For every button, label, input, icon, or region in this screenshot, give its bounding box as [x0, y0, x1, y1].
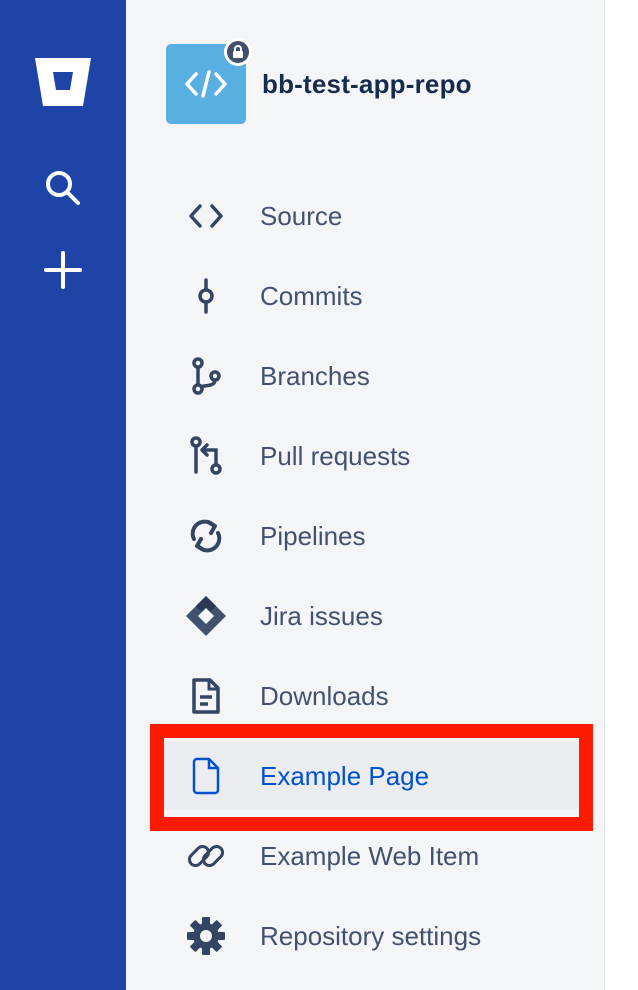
nav-label-source: Source — [260, 200, 343, 231]
link-icon — [176, 826, 236, 886]
nav-item-repository-settings[interactable]: Repository settings — [164, 902, 578, 970]
main-content-edge — [605, 0, 638, 990]
source-code-icon — [176, 186, 236, 246]
repo-header[interactable]: bb-test-app-repo — [166, 38, 472, 124]
global-nav — [0, 0, 126, 990]
document-icon — [176, 666, 236, 726]
nav-label-example-web-item: Example Web Item — [260, 840, 480, 871]
nav-item-commits[interactable]: Commits — [164, 262, 578, 330]
page-icon — [176, 746, 236, 806]
jira-icon — [176, 586, 236, 646]
pull-request-icon — [176, 426, 236, 486]
search-icon[interactable] — [0, 162, 126, 214]
plus-icon[interactable] — [0, 242, 126, 298]
nav-label-repository-settings: Repository settings — [260, 920, 482, 951]
pipelines-icon — [176, 506, 236, 566]
lock-badge — [224, 38, 252, 66]
nav-item-source[interactable]: Source — [164, 182, 578, 250]
nav-label-pipelines: Pipelines — [260, 520, 366, 551]
branch-icon — [176, 346, 236, 406]
nav-item-pull-requests[interactable]: Pull requests — [164, 422, 578, 490]
commit-icon — [176, 266, 236, 326]
repository-sidebar: bb-test-app-repo Source Commits Branches… — [126, 0, 605, 990]
nav-item-pipelines[interactable]: Pipelines — [164, 502, 578, 570]
nav-item-jira-issues[interactable]: Jira issues — [164, 582, 578, 650]
code-icon — [185, 70, 227, 98]
nav-label-pull-requests: Pull requests — [260, 440, 411, 471]
nav-label-commits: Commits — [260, 280, 363, 311]
nav-label-example-page: Example Page — [260, 760, 430, 791]
nav-item-example-web-item[interactable]: Example Web Item — [164, 822, 578, 890]
nav-label-jira-issues: Jira issues — [260, 600, 383, 631]
repo-name: bb-test-app-repo — [262, 68, 472, 99]
repo-avatar — [166, 38, 252, 124]
nav-label-downloads: Downloads — [260, 680, 389, 711]
nav-item-branches[interactable]: Branches — [164, 342, 578, 410]
nav-item-downloads[interactable]: Downloads — [164, 662, 578, 730]
lock-icon — [233, 45, 243, 58]
nav-label-branches: Branches — [260, 360, 370, 391]
gear-icon — [176, 906, 236, 966]
nav-item-example-page[interactable]: Example Page — [164, 742, 578, 810]
bitbucket-logo-icon[interactable] — [0, 52, 126, 112]
